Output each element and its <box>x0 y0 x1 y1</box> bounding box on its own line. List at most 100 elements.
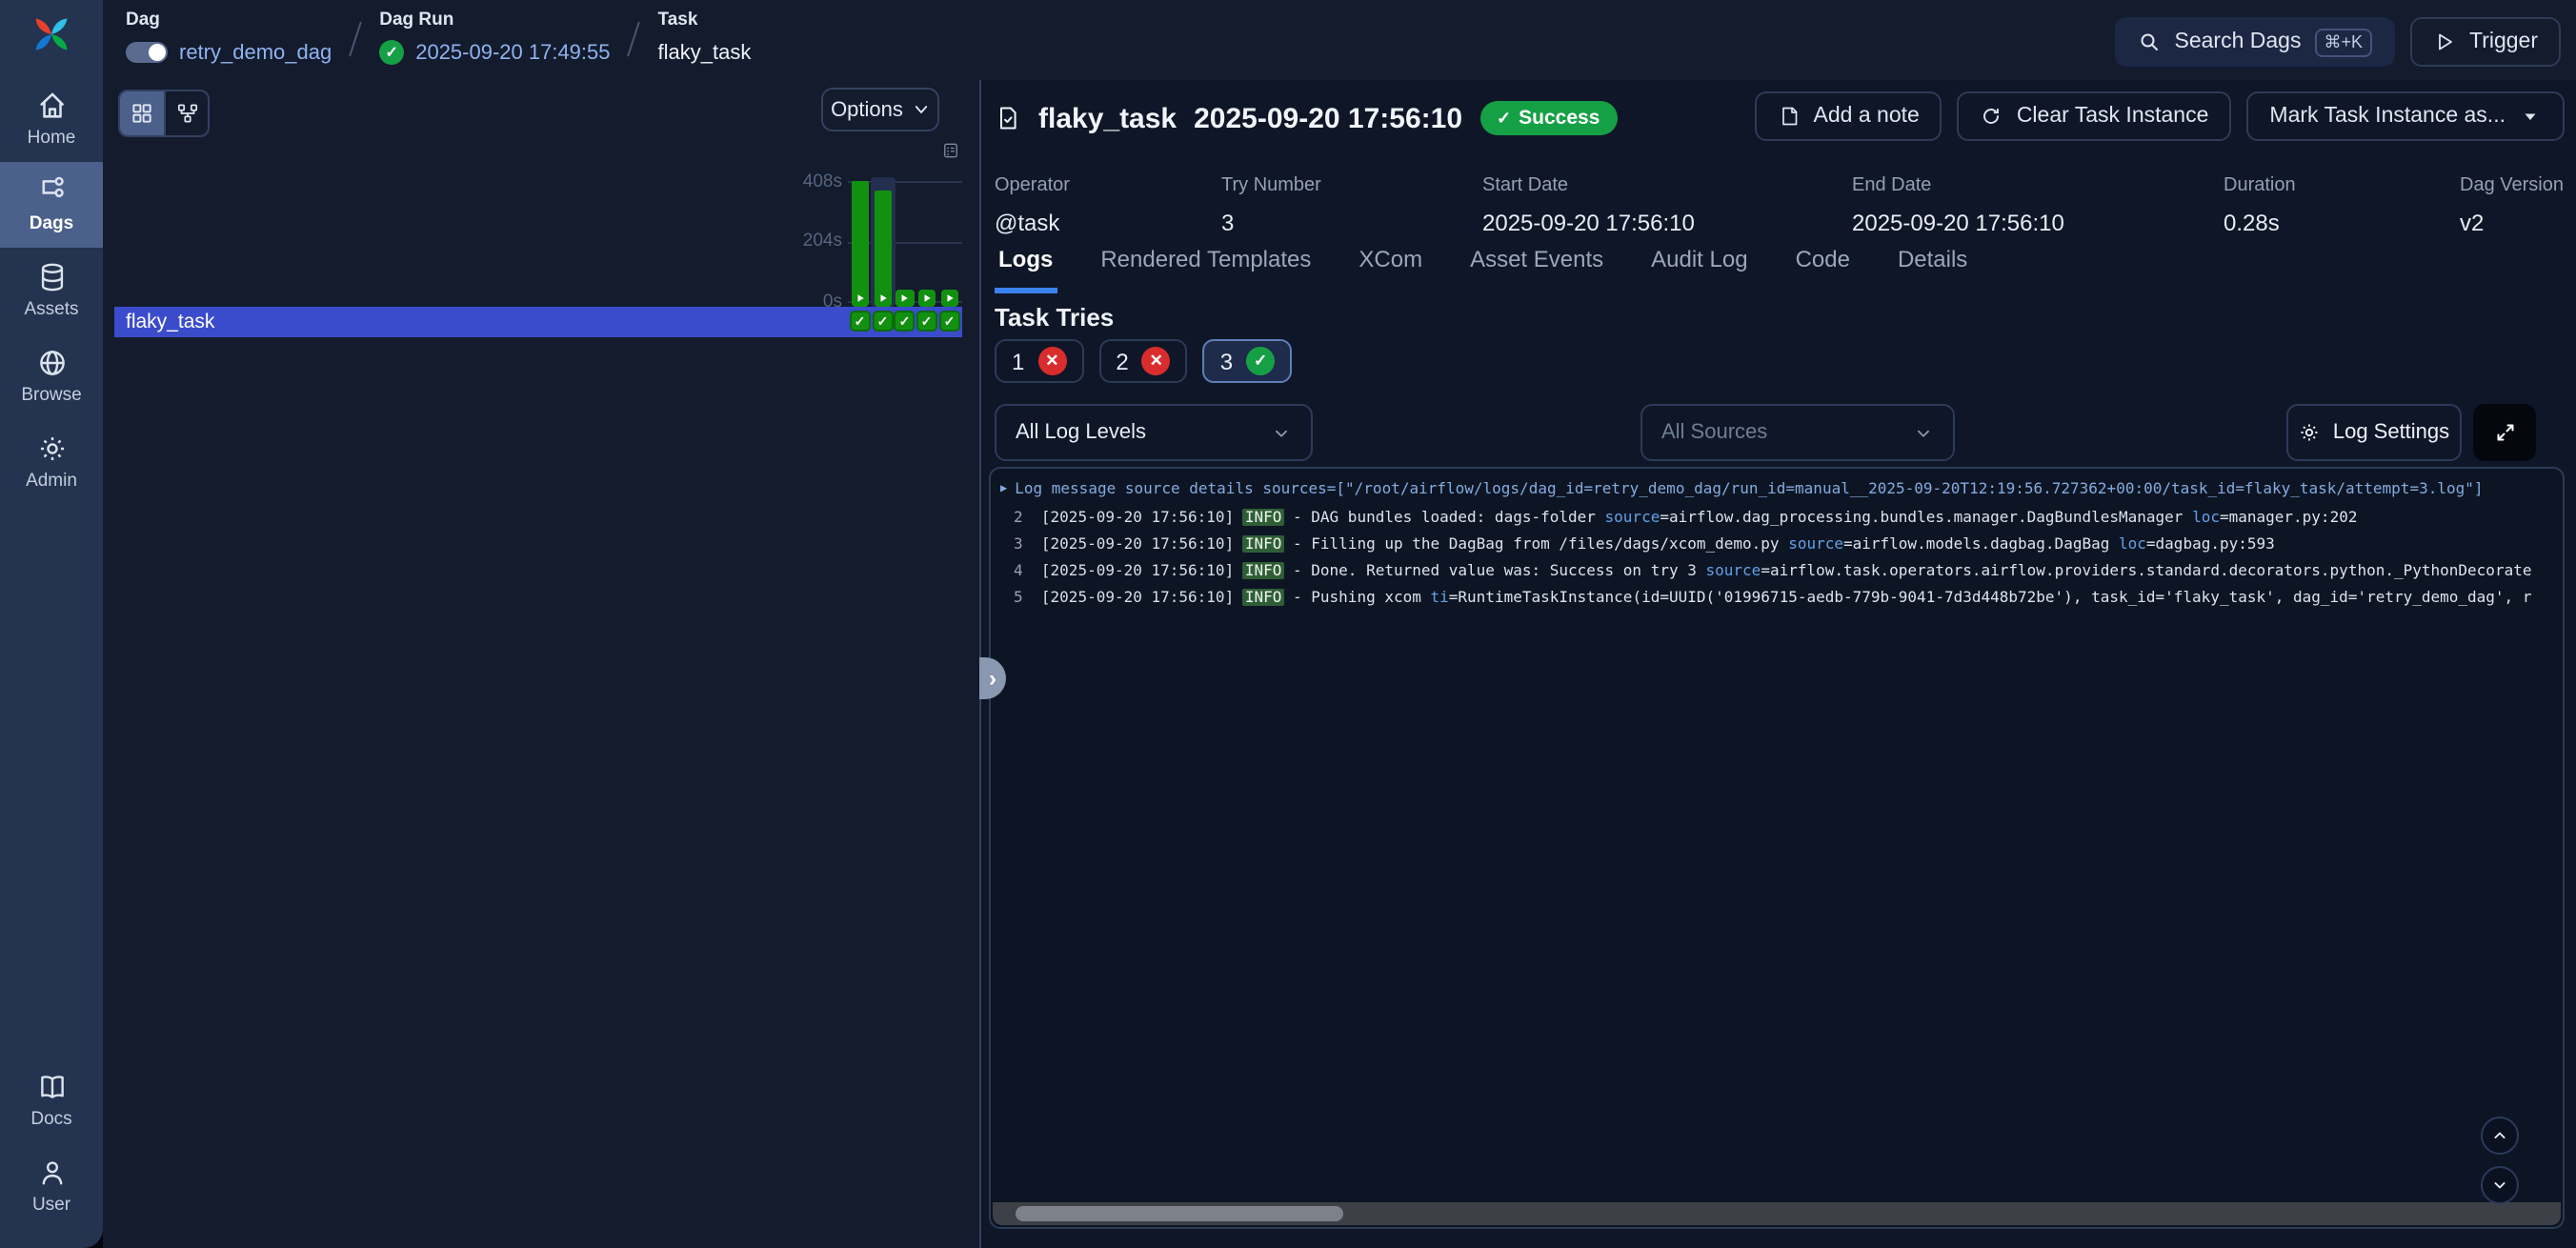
log-line: 3 [2025-09-20 17:56:10] INFO - Filling u… <box>1000 532 2563 558</box>
duration-bar[interactable] <box>874 191 892 305</box>
panel-divider[interactable]: › <box>979 80 981 1248</box>
check-circle-icon: ✓ <box>1246 347 1275 375</box>
meta-dag-version: Dag Versionv2 <box>2460 175 2574 236</box>
sidebar-item-label: Admin <box>26 471 77 492</box>
log-sources-text: Log message source details sources=["/ro… <box>1015 480 2483 497</box>
sidebar-nav: Home Dags AssetsBrowse Admin <box>0 76 103 505</box>
log-line: ▶ Log message source details sources=["/r… <box>1000 476 2563 505</box>
tab-code[interactable]: Code <box>1792 246 1854 293</box>
topbar: Dag retry_demo_dag Dag Run ✓ 2025-09-20 … <box>103 0 2576 80</box>
search-dags-button[interactable]: Search Dags ⌘+K <box>2116 17 2396 67</box>
tab-audit-log[interactable]: Audit Log <box>1647 246 1751 293</box>
task-actions: Add a note Clear Task Instance Mark Task I… <box>1755 91 2565 141</box>
log-sources-value: All Sources <box>1661 421 1767 444</box>
task-instance-date: 2025-09-20 17:56:10 <box>1194 102 1462 134</box>
horizontal-scrollbar[interactable] <box>993 1202 2561 1225</box>
tab-logs[interactable]: Logs <box>995 246 1057 293</box>
dag-pause-toggle[interactable] <box>126 42 168 63</box>
log-levels-select[interactable]: All Log Levels <box>995 404 1313 461</box>
task-success-icon[interactable]: ✓ <box>850 311 871 332</box>
scroll-to-top-button[interactable] <box>2481 1117 2519 1155</box>
sidebar-item-docs[interactable]: Docs <box>0 1057 103 1143</box>
dag-run-link[interactable]: 2025-09-20 17:49:55 <box>415 41 610 64</box>
log-line: 2 [2025-09-20 17:56:10] INFO - DAG bundl… <box>1000 505 2563 532</box>
log-timestamp: [2025-09-20 17:56:10] <box>1041 535 1243 553</box>
caret-down-icon <box>2519 105 2542 128</box>
sidebar-item-assets[interactable]: Assets <box>0 248 103 333</box>
meta-value: 2025-09-20 17:56:10 <box>1852 210 2224 236</box>
task-tries: 1✕ 2✕ 3✓ <box>995 339 1292 383</box>
scrollbar-thumb[interactable] <box>1016 1206 1343 1221</box>
task-success-icon[interactable]: ✓ <box>916 311 937 332</box>
task-row-flaky-task[interactable]: flaky_task <box>114 307 962 336</box>
sidebar-item-label: Home <box>28 128 76 149</box>
run-play-icon[interactable] <box>851 289 869 307</box>
sidebar-item-label: Dags <box>30 213 73 234</box>
tab-asset-events[interactable]: Asset Events <box>1466 246 1607 293</box>
sidebar-item-browse[interactable]: Browse <box>0 333 103 419</box>
status-text: Success <box>1519 107 1600 130</box>
meta-start-date: Start Date2025-09-20 17:56:10 <box>1482 175 1852 236</box>
run-play-icon[interactable] <box>940 289 958 307</box>
mark-task-instance-as-button[interactable]: Mark Task Instance as... <box>2246 91 2565 141</box>
tab-details[interactable]: Details <box>1894 246 1971 293</box>
chevron-down-icon <box>1271 422 1292 443</box>
run-play-icon[interactable] <box>874 289 892 307</box>
meta-label: Dag Version <box>2460 175 2574 196</box>
check-icon: ✓ <box>1497 108 1511 129</box>
sidebar-item-admin[interactable]: Admin <box>0 419 103 505</box>
task-name: flaky_task <box>658 40 752 65</box>
task-instance-title: flaky_task <box>1038 102 1177 134</box>
log-sources-select[interactable]: All Sources <box>1640 404 1955 461</box>
dag-link[interactable]: retry_demo_dag <box>179 41 332 64</box>
action-label: Add a note <box>1814 105 1920 128</box>
task-try-1[interactable]: 1✕ <box>995 339 1083 383</box>
refresh-icon <box>1981 105 2003 128</box>
log-settings-button[interactable]: Log Settings <box>2286 404 2462 461</box>
meta-label: Duration <box>2224 175 2460 196</box>
run-play-icon[interactable] <box>917 289 936 307</box>
dags-icon <box>35 175 68 208</box>
scroll-to-bottom-button[interactable] <box>2481 1166 2519 1204</box>
log-line: 5 [2025-09-20 17:56:10] INFO - Pushing x… <box>1000 585 2563 612</box>
task-success-icon[interactable]: ✓ <box>939 311 960 332</box>
expand-caret-icon[interactable]: ▶ <box>1000 476 1007 503</box>
meta-try-number: Try Number3 <box>1221 175 1482 236</box>
task-success-icon[interactable]: ✓ <box>895 311 916 332</box>
clear-task-instance-button[interactable]: Clear Task Instance <box>1958 91 2232 141</box>
meta-value: @task <box>995 210 1221 236</box>
user-icon <box>35 1157 68 1189</box>
tab-xcom[interactable]: XCom <box>1355 246 1426 293</box>
toggle-knob <box>149 44 166 61</box>
try-number: 1 <box>1012 348 1024 374</box>
chevron-down-icon <box>1913 422 1934 443</box>
task-success-icon[interactable]: ✓ <box>873 311 894 332</box>
meta-label: Try Number <box>1221 175 1482 196</box>
meta-label: End Date <box>1852 175 2224 196</box>
run-success-icon: ✓ <box>379 40 404 65</box>
sidebar-item-user[interactable]: User <box>0 1143 103 1229</box>
meta-end-date: End Date 2025-09-20 17:56:10 <box>1852 175 2224 236</box>
add-a-note-button[interactable]: Add a note <box>1755 91 1942 141</box>
log-line-number: 3 <box>1014 535 1041 553</box>
sidebar-item-dags[interactable]: Dags <box>0 162 103 248</box>
fullscreen-button[interactable] <box>2473 404 2536 461</box>
sidebar-item-home[interactable]: Home <box>0 76 103 162</box>
run-play-icon[interactable] <box>896 289 914 307</box>
play-icon <box>2433 30 2456 53</box>
app-root: Home Dags AssetsBrowse Admin DocsUser Dag r… <box>0 0 2576 1248</box>
grid-panel: Options 408s204s0s flaky_task ✓✓✓✓✓ <box>103 80 979 1248</box>
trigger-button[interactable]: Trigger <box>2410 17 2561 67</box>
status-badge: ✓ Success <box>1479 101 1617 135</box>
log-level: INFO <box>1243 562 1284 579</box>
task-try-3[interactable]: 3✓ <box>1203 339 1292 383</box>
log-viewer[interactable]: ▶ Log message source details sources=["/r… <box>989 467 2565 1229</box>
log-level: INFO <box>1243 535 1284 553</box>
trigger-label: Trigger <box>2469 30 2538 53</box>
duration-bar[interactable] <box>851 182 869 305</box>
tab-rendered-templates[interactable]: Rendered Templates <box>1097 246 1315 293</box>
log-level: INFO <box>1243 589 1284 606</box>
task-try-2[interactable]: 2✕ <box>1098 339 1187 383</box>
search-shortcut: ⌘+K <box>2314 28 2372 56</box>
airflow-logo-icon[interactable] <box>30 13 72 65</box>
